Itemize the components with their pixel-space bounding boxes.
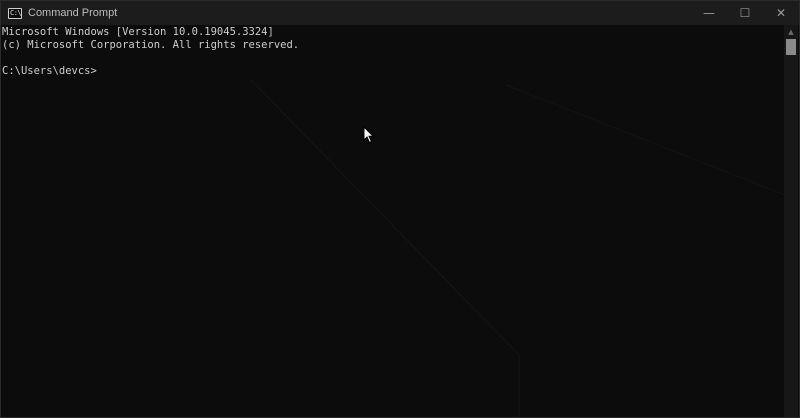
terminal-icon-glyph: C:\ [10,8,22,17]
title-bar[interactable]: C:\ Command Prompt — ☐ ✕ [1,1,799,25]
scroll-up-icon[interactable]: ▲ [784,25,798,39]
minimize-icon: — [703,6,715,20]
window-controls: — ☐ ✕ [691,1,799,25]
close-button[interactable]: ✕ [763,1,799,25]
terminal-icon: C:\ [8,7,22,19]
vertical-scrollbar[interactable]: ▲ [784,25,798,417]
console-line-version: Microsoft Windows [Version 10.0.19045.33… [2,26,274,38]
close-icon: ✕ [775,6,787,20]
console-prompt[interactable]: C:\Users\devcs> [2,65,785,78]
window-title: Command Prompt [28,7,118,19]
console-line-copyright: (c) Microsoft Corporation. All rights re… [2,39,300,51]
maximize-icon: ☐ [739,6,751,20]
console-output[interactable]: Microsoft Windows [Version 10.0.19045.33… [1,25,785,417]
minimize-button[interactable]: — [691,1,727,25]
command-prompt-window: C:\ Command Prompt — ☐ ✕ Microsoft Windo… [0,0,800,418]
mouse-pointer-icon [363,126,375,144]
maximize-button[interactable]: ☐ [727,1,763,25]
scroll-thumb[interactable] [786,39,796,55]
